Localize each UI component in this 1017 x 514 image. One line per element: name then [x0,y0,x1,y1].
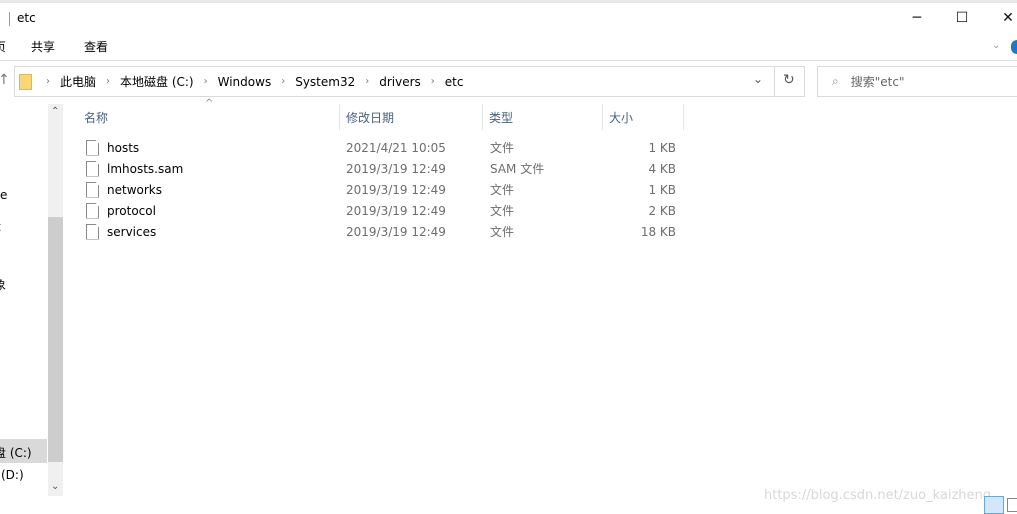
tab-share[interactable]: 共享 [31,38,55,55]
file-size: 18 KB [640,224,676,239]
file-name: services [107,224,157,239]
crumb-etc[interactable]: etc [445,75,464,89]
ribbon-divider [0,60,1017,61]
sidebar-item-c-drive[interactable]: 盘 (C:) [0,444,32,461]
scroll-up-icon[interactable]: ⌃ [51,106,59,117]
file-date: 2019/3/19 12:49 [346,224,446,239]
breadcrumb: › 此电脑 › 本地磁盘 (C:) › Windows › System32 ›… [36,73,463,90]
crumb-c-drive[interactable]: 本地磁盘 (C:) [120,73,194,90]
large-icons-view-icon[interactable] [1007,498,1017,512]
folder-icon [19,73,32,90]
tab-view[interactable]: 查看 [84,38,108,55]
file-icon [86,181,99,198]
file-row[interactable]: hosts 2021/4/21 10:05 文件 1 KB [86,137,686,158]
sidebar-item[interactable]: e [0,188,7,202]
help-icon[interactable] [1011,40,1017,54]
chevron-right-icon: › [203,76,208,87]
ribbon-expand-icon[interactable]: ⌄ [992,40,1000,51]
file-icon [86,202,99,219]
file-size: 1 KB [648,140,676,155]
details-view-icon[interactable] [984,496,1004,514]
file-icon [86,223,99,240]
file-type: 文件 [490,204,515,218]
file-icon [86,160,99,177]
watermark: https://blog.csdn.net/zuo_kaizheng [764,488,992,503]
file-name: protocol [107,203,156,218]
refresh-button[interactable]: ↻ [783,72,795,88]
sidebar-item[interactable]: 象 [0,276,6,293]
file-row[interactable]: protocol 2019/3/19 12:49 文件 2 KB [86,200,686,221]
file-date: 2019/3/19 12:49 [346,161,446,176]
sidebar-item-d-drive[interactable]: (D:) [1,468,24,482]
column-header-type[interactable]: 类型 [483,104,603,130]
file-type: 文件 [490,183,515,197]
crumb-windows[interactable]: Windows [218,75,272,89]
file-size: 2 KB [648,203,676,218]
chevron-right-icon: › [281,76,286,87]
column-header-size[interactable]: 大小 [603,104,684,130]
file-row[interactable]: networks 2019/3/19 12:49 文件 1 KB [86,179,686,200]
minimize-button[interactable]: ─ [894,4,940,32]
crumb-drivers[interactable]: drivers [379,75,421,89]
file-size: 4 KB [648,161,676,176]
up-arrow-icon[interactable]: ↑ [0,72,10,88]
file-type: 文件 [490,141,515,155]
maximize-button[interactable]: ☐ [939,4,985,32]
scroll-down-icon[interactable]: ⌄ [51,481,59,492]
address-bar[interactable]: › 此电脑 › 本地磁盘 (C:) › Windows › System32 ›… [14,66,805,97]
file-name: lmhosts.sam [107,161,184,176]
address-dropdown-icon[interactable]: ⌄ [753,72,763,86]
search-placeholder: 搜索"etc" [850,75,905,89]
close-button[interactable]: ✕ [985,4,1017,32]
sidebar-item[interactable]: t [0,220,1,234]
address-divider [774,67,775,96]
chevron-right-icon: › [46,76,50,87]
chevron-right-icon: › [430,76,435,87]
chevron-right-icon: › [365,76,370,87]
sidebar-scrollbar-thumb[interactable] [48,217,63,462]
file-type: SAM 文件 [490,162,545,176]
crumb-this-pc[interactable]: 此电脑 [60,73,96,90]
file-date: 2019/3/19 12:49 [346,182,446,197]
file-row[interactable]: lmhosts.sam 2019/3/19 12:49 SAM 文件 4 KB [86,158,686,179]
file-name: hosts [107,140,140,155]
file-type: 文件 [490,225,515,239]
title-separator [9,12,10,26]
column-header-date[interactable]: 修改日期 [340,104,483,130]
search-input[interactable]: ⌕ 搜索"etc" [817,66,1017,97]
file-date: 2021/4/21 10:05 [346,140,446,155]
file-name: networks [107,182,162,197]
column-header-name[interactable]: 名称 [78,104,340,130]
top-strip [0,0,1017,3]
file-icon [86,139,99,156]
window-title: etc [17,11,36,25]
crumb-system32[interactable]: System32 [295,75,355,89]
file-row[interactable]: services 2019/3/19 12:49 文件 18 KB [86,221,686,242]
file-size: 1 KB [648,182,676,197]
chevron-right-icon: › [106,76,111,87]
tab-home[interactable]: 页 [0,38,6,55]
file-date: 2019/3/19 12:49 [346,203,446,218]
search-icon: ⌕ [832,74,839,88]
